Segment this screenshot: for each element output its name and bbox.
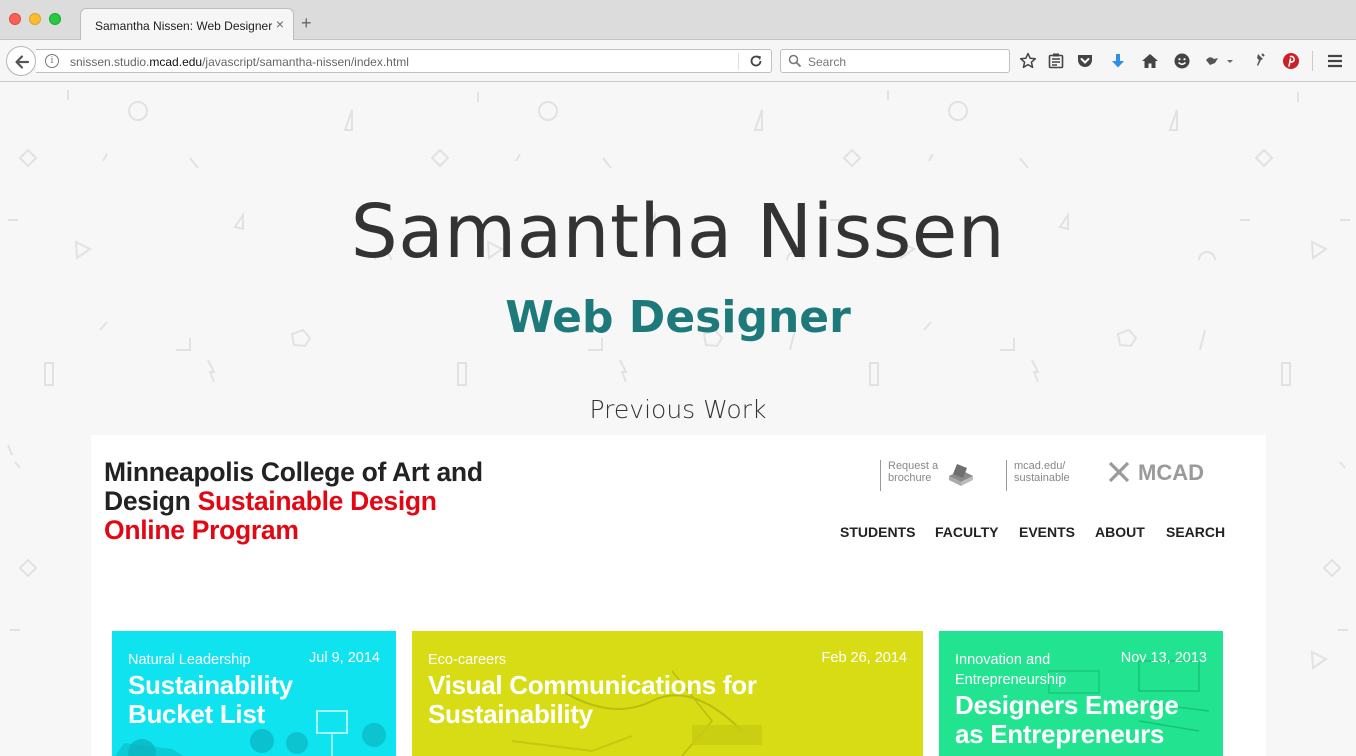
menu-icon[interactable]	[1325, 51, 1345, 71]
tab-bar: Samantha Nissen: Web Designer × +	[0, 0, 1356, 41]
nav-students[interactable]: STUDENTS	[840, 524, 915, 540]
back-button[interactable]	[6, 46, 36, 76]
reload-icon[interactable]	[748, 53, 764, 69]
hero-role: Web Designer	[505, 292, 851, 343]
site-info-icon[interactable]: i	[45, 54, 59, 68]
preview-site-title[interactable]: Minneapolis College of Art and Design Su…	[104, 458, 484, 545]
smiley-icon[interactable]	[1172, 51, 1192, 71]
article-card-sustainability-bucket-list[interactable]: Natural Leadership Jul 9, 2014 Sustainab…	[112, 631, 396, 756]
nav-faculty[interactable]: FACULTY	[935, 524, 999, 540]
brochure-label: Request a brochure	[888, 460, 939, 484]
article-card-visual-communications[interactable]: Eco-careers Feb 26, 2014 Visual Communic…	[412, 631, 923, 756]
star-icon[interactable]	[1018, 51, 1038, 71]
pinterest-icon[interactable]	[1281, 51, 1301, 71]
page-content: Samantha Nissen Web Designer Previous Wo…	[0, 82, 1356, 756]
card-title[interactable]: Visual Communications for Sustainability	[428, 671, 757, 729]
article-card-designers-entrepreneurs[interactable]: Innovation and Entrepreneurship Nov 13, 2…	[939, 631, 1223, 756]
nav-search[interactable]: SEARCH	[1166, 524, 1225, 540]
card-category: Natural Leadership	[128, 652, 251, 668]
pin-icon[interactable]	[1250, 51, 1270, 71]
window-maximize-button[interactable]	[49, 13, 61, 25]
previous-work-heading: Previous Work	[589, 395, 767, 424]
address-bar[interactable]: i snissen.studio.mcad.edu/javascript/sam…	[36, 49, 772, 73]
search-bar[interactable]: Search	[780, 49, 1010, 73]
url-divider	[738, 53, 739, 70]
new-tab-button[interactable]: +	[301, 14, 312, 32]
card-category: Eco-careers	[428, 652, 507, 668]
tab-title: Samantha Nissen: Web Designer	[95, 19, 273, 33]
tab-close-icon[interactable]: ×	[276, 17, 284, 31]
card-date: Jul 9, 2014	[309, 650, 380, 666]
window-minimize-button[interactable]	[29, 13, 41, 25]
card-category: Innovation and Entrepreneurship	[955, 652, 1067, 688]
card-title[interactable]: Designers Emerge as Entrepreneurs	[955, 691, 1179, 749]
url-text[interactable]: snissen.studio.mcad.edu/javascript/saman…	[70, 55, 409, 69]
extension-icon[interactable]	[1203, 51, 1235, 71]
mcad-logo-x-icon	[1108, 461, 1130, 483]
window-close-button[interactable]	[9, 13, 21, 25]
hero-name: Samantha Nissen	[350, 189, 1006, 275]
previous-work-preview[interactable]: Minneapolis College of Art and Design Su…	[91, 435, 1266, 756]
search-placeholder: Search	[808, 55, 847, 69]
nav-events[interactable]: EVENTS	[1019, 524, 1075, 540]
card-date: Feb 26, 2014	[821, 650, 907, 666]
search-icon	[788, 54, 802, 68]
toolbar-divider	[1312, 51, 1313, 71]
reading-list-icon[interactable]	[1046, 51, 1066, 71]
card-date: Nov 13, 2013	[1120, 650, 1207, 666]
request-brochure-link[interactable]: Request a brochure	[880, 460, 973, 491]
mcad-logo-text[interactable]: MCAD	[1138, 460, 1204, 486]
download-icon[interactable]	[1108, 51, 1128, 71]
nav-about[interactable]: ABOUT	[1095, 524, 1145, 540]
navigation-toolbar: i snissen.studio.mcad.edu/javascript/sam…	[0, 40, 1356, 82]
home-icon[interactable]	[1140, 51, 1160, 71]
card-title[interactable]: Sustainability Bucket List	[128, 671, 293, 729]
brochure-icon	[949, 464, 973, 486]
pocket-icon[interactable]	[1075, 51, 1095, 71]
tab-active[interactable]: Samantha Nissen: Web Designer ×	[80, 8, 294, 41]
back-arrow-icon	[15, 55, 30, 69]
mcad-sustainable-link[interactable]: mcad.edu/sustainable	[1006, 460, 1086, 491]
